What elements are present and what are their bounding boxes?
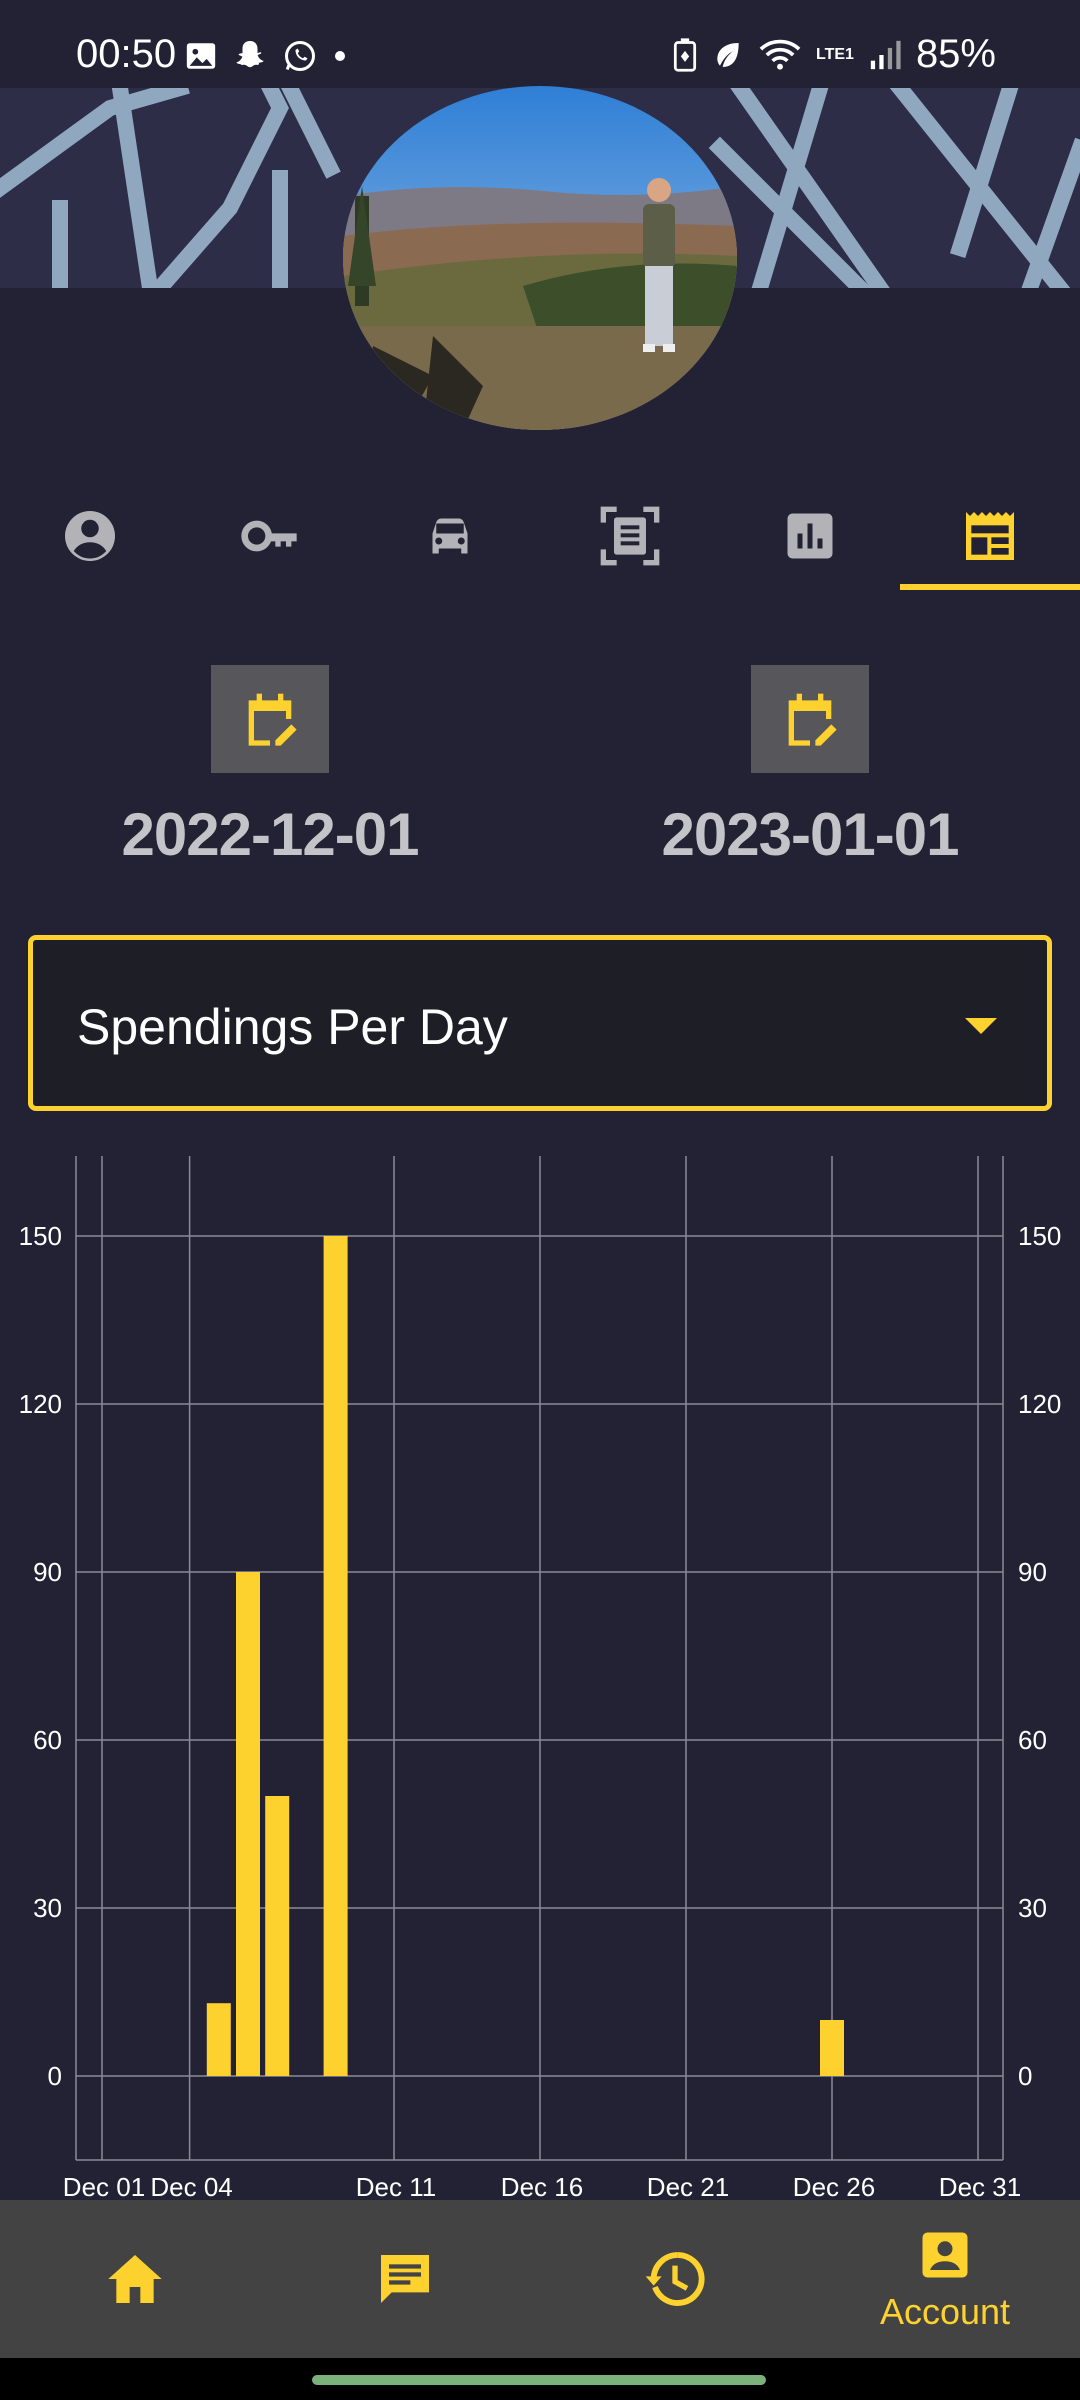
nav-history[interactable] bbox=[540, 2200, 810, 2358]
chat-icon bbox=[381, 2255, 429, 2303]
x-tick-label: Dec 16 bbox=[501, 2172, 583, 2200]
notification-icons bbox=[184, 38, 348, 74]
gallery-icon bbox=[186, 43, 216, 69]
battery-percentage: 85% bbox=[915, 32, 996, 76]
calendar-edit-icon bbox=[788, 693, 837, 746]
chart-bar bbox=[236, 1572, 260, 2076]
dropdown-caret-icon bbox=[965, 1018, 997, 1034]
y-tick-label-right: 150 bbox=[1018, 1221, 1061, 1251]
more-notifications-icon bbox=[335, 51, 345, 61]
y-tick-label-left: 60 bbox=[33, 1725, 62, 1755]
x-tick-label: Dec 04 bbox=[150, 2172, 232, 2200]
snapchat-icon bbox=[236, 41, 264, 68]
tab-keys[interactable] bbox=[180, 480, 360, 592]
y-tick-label-right: 90 bbox=[1018, 1557, 1047, 1587]
y-tick-label-left: 90 bbox=[33, 1557, 62, 1587]
tab-statistics[interactable] bbox=[720, 480, 900, 592]
profile-photo bbox=[343, 86, 737, 430]
battery-saver-icon bbox=[673, 37, 697, 72]
profile-avatar[interactable] bbox=[343, 86, 737, 430]
chart-bar bbox=[820, 2020, 844, 2076]
start-date-text: 2022-12-01 bbox=[121, 801, 420, 868]
chart-type-dropdown[interactable]: Spendings Per Day bbox=[28, 935, 1052, 1111]
gesture-bar[interactable] bbox=[312, 2375, 766, 2385]
x-tick-label: Dec 26 bbox=[793, 2172, 875, 2200]
nav-account-label: Account bbox=[879, 2291, 1011, 2332]
y-tick-label-right: 0 bbox=[1018, 2061, 1032, 2091]
tab-documents[interactable] bbox=[540, 480, 720, 592]
signal-icon bbox=[870, 40, 901, 69]
tab-vehicles[interactable] bbox=[360, 480, 540, 592]
profile-icon bbox=[65, 511, 115, 561]
x-tick-label: Dec 31 bbox=[939, 2172, 1021, 2200]
table-icon bbox=[966, 512, 1014, 560]
chart-bar bbox=[265, 1796, 290, 2076]
y-tick-label-right: 60 bbox=[1018, 1725, 1047, 1755]
wifi-icon bbox=[759, 39, 801, 70]
status-bar: 00:50 LTE1 85% bbox=[0, 0, 1080, 88]
nav-messages[interactable] bbox=[270, 2200, 540, 2358]
y-tick-label-left: 150 bbox=[19, 1221, 62, 1251]
y-tick-label-left: 0 bbox=[48, 2061, 62, 2091]
account-icon bbox=[922, 2232, 968, 2278]
y-tick-label-left: 120 bbox=[19, 1389, 62, 1419]
whatsapp-icon bbox=[285, 41, 315, 71]
car-icon bbox=[432, 518, 468, 554]
calendar-edit-icon bbox=[248, 693, 297, 746]
eco-leaf-icon bbox=[717, 42, 739, 67]
x-tick-label: Dec 01 bbox=[63, 2172, 145, 2200]
y-tick-label-left: 30 bbox=[33, 1893, 62, 1923]
y-tick-label-right: 120 bbox=[1018, 1389, 1061, 1419]
y-tick-label-right: 30 bbox=[1018, 1893, 1047, 1923]
chart-bar bbox=[323, 1236, 348, 2076]
system-icons: LTE1 85% bbox=[672, 32, 996, 77]
key-icon bbox=[241, 520, 297, 552]
x-tick-label: Dec 21 bbox=[647, 2172, 729, 2200]
bottom-navigation: Account bbox=[0, 2200, 1080, 2358]
nav-account[interactable]: Account bbox=[810, 2200, 1080, 2358]
network-type-label: LTE1 bbox=[816, 45, 854, 63]
profile-tab-bar bbox=[0, 480, 1080, 592]
end-date-text: 2023-01-01 bbox=[661, 801, 960, 868]
bar-chart-icon bbox=[787, 513, 833, 559]
end-date-picker-button[interactable] bbox=[751, 665, 869, 773]
start-date-picker-button[interactable] bbox=[211, 665, 329, 773]
chart-bar bbox=[206, 2003, 231, 2076]
tab-profile[interactable] bbox=[0, 480, 180, 592]
history-icon bbox=[645, 2252, 705, 2306]
chart-type-selected-label: Spendings Per Day bbox=[77, 999, 508, 1055]
x-tick-label: Dec 11 bbox=[356, 2172, 436, 2200]
home-icon bbox=[108, 2255, 162, 2303]
nav-home[interactable] bbox=[0, 2200, 270, 2358]
spendings-chart: 0 0 30 30 60 60 90 90 120 120 150 150 Dec 01 Dec 04 De… bbox=[19, 1156, 1061, 2200]
tab-expenses[interactable] bbox=[900, 480, 1080, 592]
document-scan-icon bbox=[600, 506, 660, 566]
chart-bars bbox=[206, 1236, 844, 2076]
status-time: 00:50 bbox=[76, 32, 177, 76]
tab-selected-indicator bbox=[900, 584, 1080, 590]
